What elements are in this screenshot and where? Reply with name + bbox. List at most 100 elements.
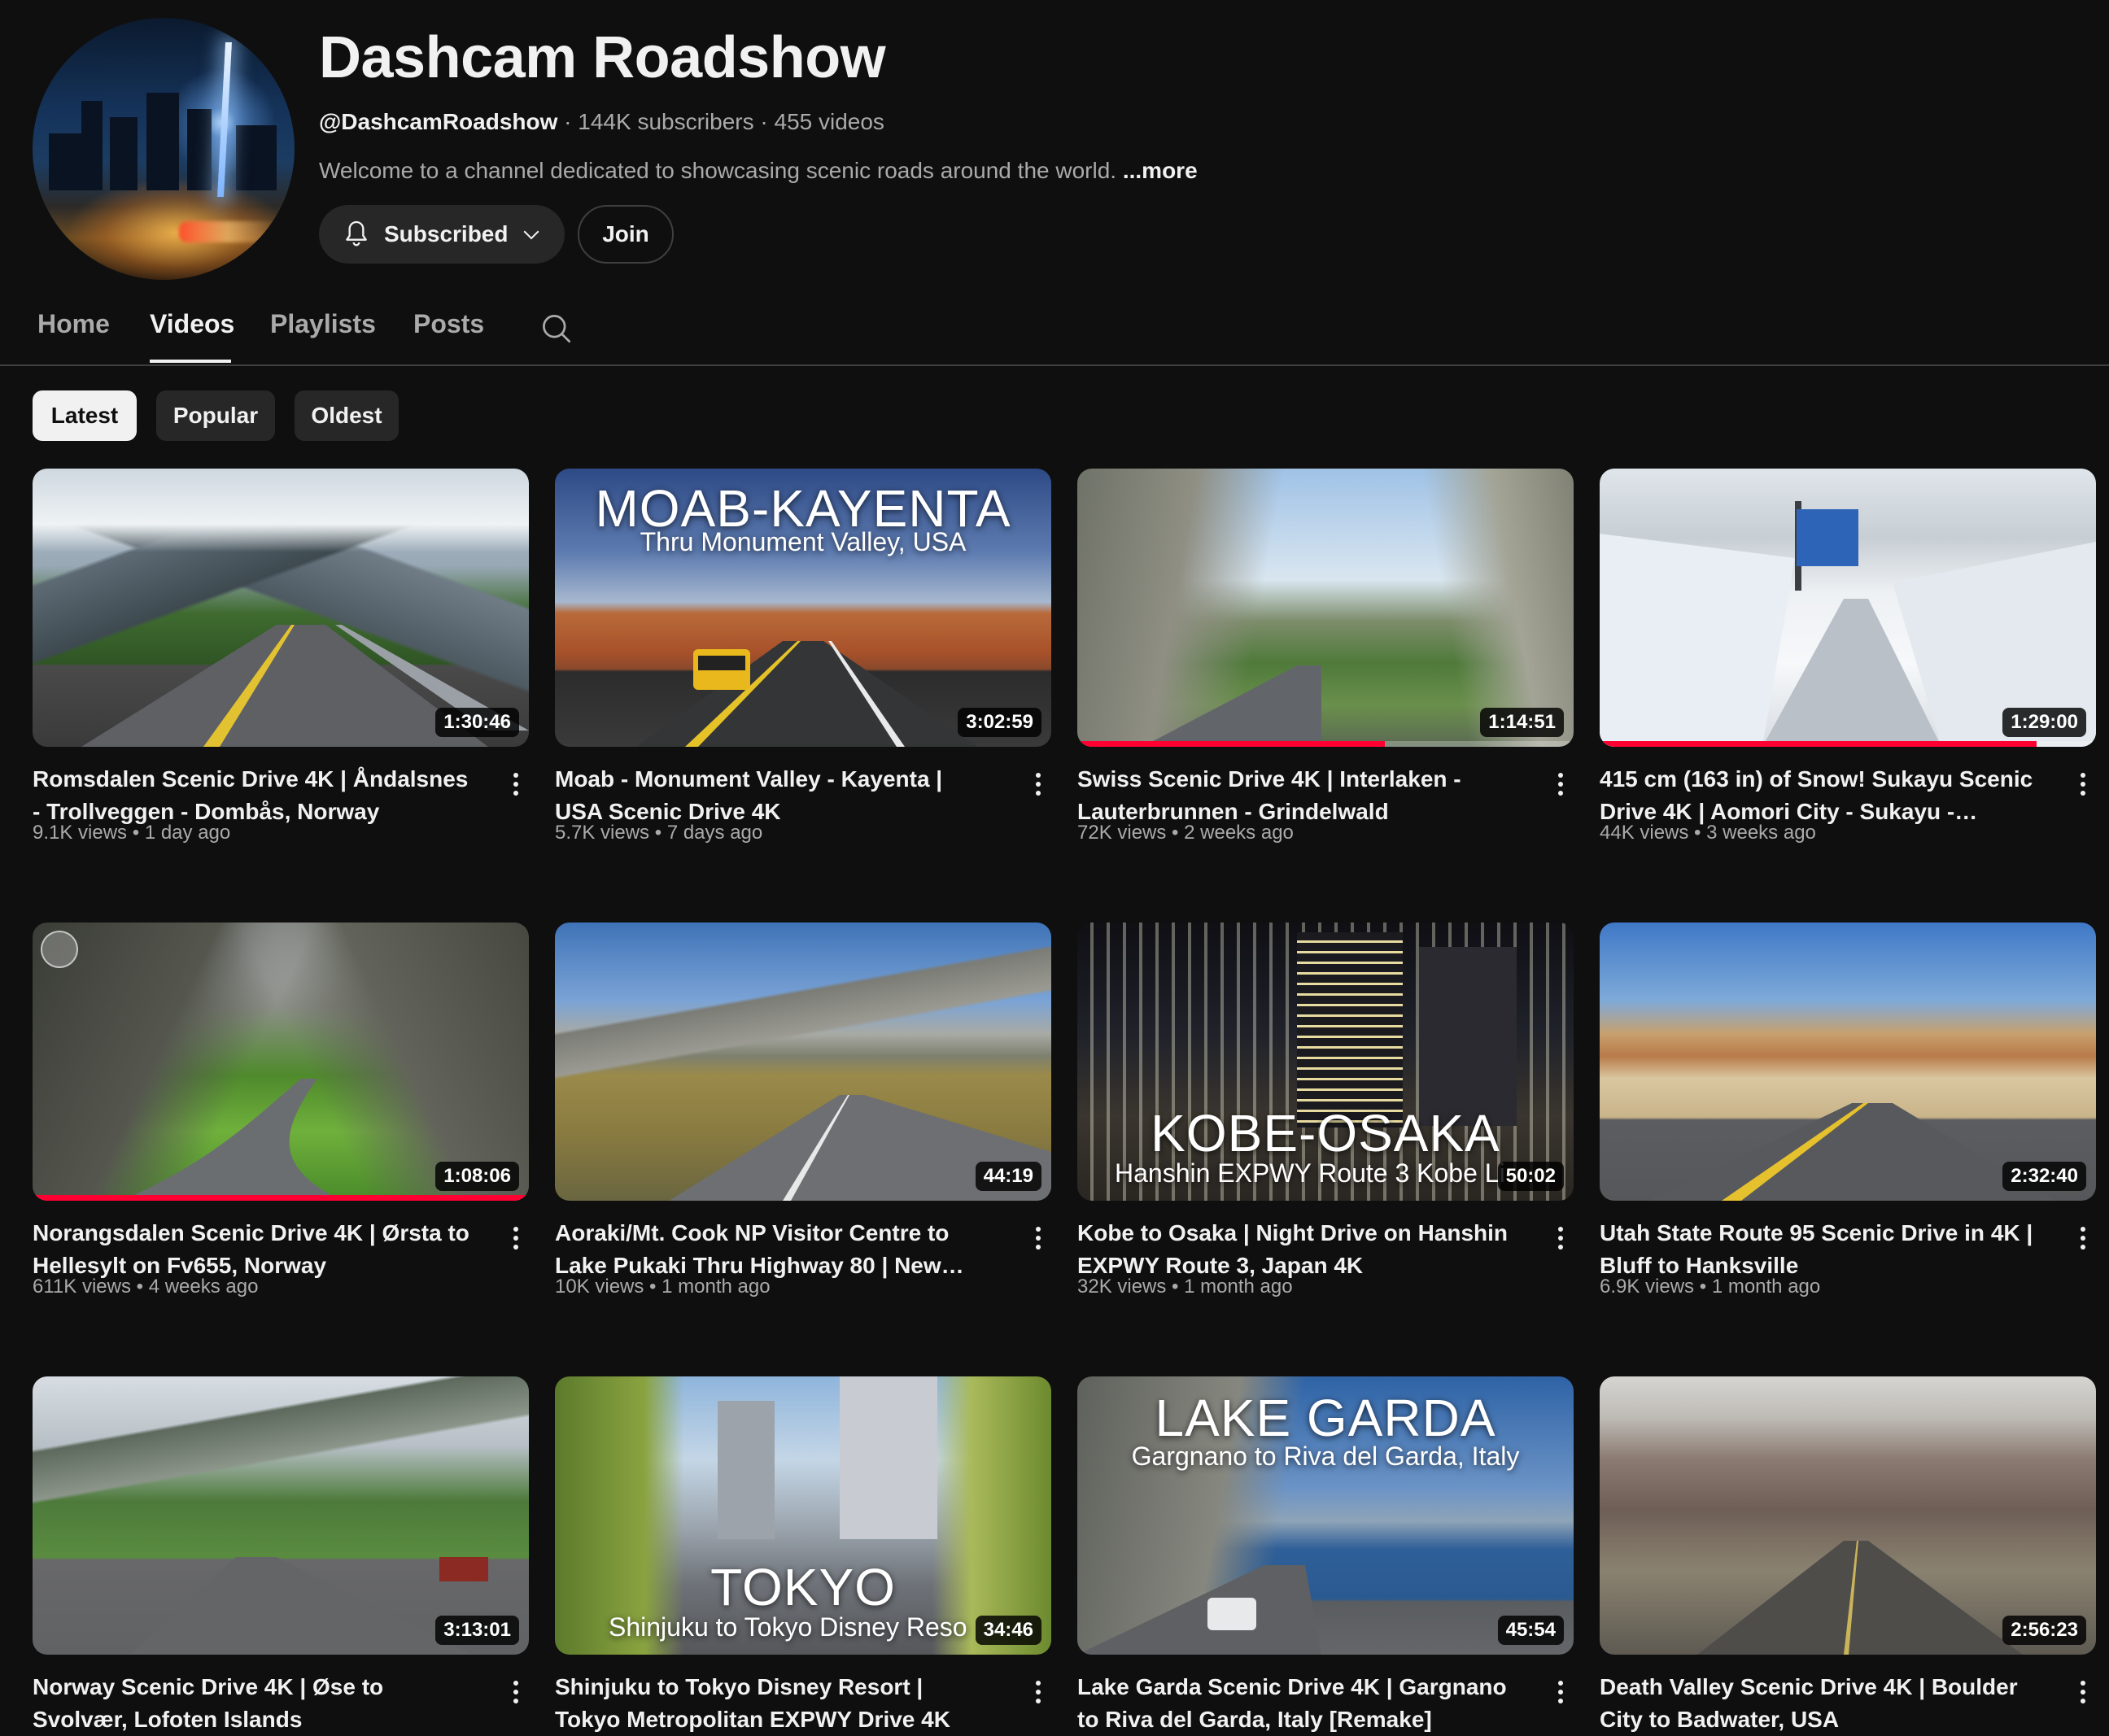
video-title[interactable]: Utah State Route 95 Scenic Drive in 4K |…: [1600, 1217, 2039, 1282]
more-vert-icon[interactable]: [508, 1676, 524, 1708]
video-title[interactable]: 415 cm (163 in) of Snow! Sukayu Scenic D…: [1600, 763, 2039, 828]
upload-age: 1 month ago: [1711, 1276, 1821, 1298]
video-count: 455 videos: [774, 109, 884, 134]
thumbnail-building: [718, 1401, 775, 1539]
avatar-skyline: [236, 125, 277, 190]
video-meta: 10K views • 1 month ago: [555, 1276, 771, 1298]
video-duration: 2:32:40: [2002, 1162, 2086, 1191]
video-meta: 72K views • 2 weeks ago: [1077, 822, 1294, 844]
chevron-down-icon: [524, 230, 539, 240]
view-count: 9.1K views: [33, 822, 128, 844]
view-count: 611K views: [33, 1276, 131, 1298]
watch-progress-bar: [33, 1195, 529, 1201]
more-link[interactable]: ...more: [1123, 158, 1198, 183]
video-title[interactable]: Romsdalen Scenic Drive 4K | Åndalsnes - …: [33, 763, 472, 828]
channel-description[interactable]: Welcome to a channel dedicated to showca…: [319, 158, 1198, 184]
view-count: 72K views: [1077, 822, 1167, 844]
join-button[interactable]: Join: [578, 205, 674, 264]
video-duration: 50:02: [1497, 1162, 1564, 1191]
video-duration: 1:14:51: [1480, 708, 1564, 737]
more-vert-icon[interactable]: [1030, 1222, 1046, 1254]
video-title[interactable]: Shinjuku to Tokyo Disney Resort | Tokyo …: [555, 1671, 994, 1736]
video-thumbnail[interactable]: TOKYO Shinjuku to Tokyo Disney Reso 34:4…: [555, 1376, 1051, 1655]
more-vert-icon[interactable]: [508, 1222, 524, 1254]
more-vert-icon[interactable]: [1030, 1676, 1046, 1708]
video-meta: 32K views • 1 month ago: [1077, 1276, 1293, 1298]
video-thumbnail[interactable]: 1:29:00: [1600, 469, 2096, 747]
video-card[interactable]: 2:56:23 Death Valley Scenic Drive 4K | B…: [1600, 1376, 2096, 1732]
video-title[interactable]: Lake Garda Scenic Drive 4K | Gargnano to…: [1077, 1671, 1517, 1736]
more-vert-icon[interactable]: [1552, 1222, 1569, 1254]
channel-tabs: Home Videos Playlists Posts: [0, 301, 2109, 366]
video-thumbnail[interactable]: 1:30:46: [33, 469, 529, 747]
channel-avatar[interactable]: [33, 18, 295, 280]
tab-videos[interactable]: Videos: [150, 309, 234, 339]
video-thumbnail[interactable]: 3:13:01: [33, 1376, 529, 1655]
channel-handle[interactable]: @DashcamRoadshow: [319, 109, 557, 134]
more-vert-icon[interactable]: [1552, 1676, 1569, 1708]
video-thumbnail[interactable]: 44:19: [555, 923, 1051, 1201]
video-title[interactable]: Death Valley Scenic Drive 4K | Boulder C…: [1600, 1671, 2039, 1736]
video-title[interactable]: Kobe to Osaka | Night Drive on Hanshin E…: [1077, 1217, 1517, 1282]
video-card[interactable]: LAKE GARDA Gargnano to Riva del Garda, I…: [1077, 1376, 1574, 1732]
thumbnail-overlay-title: TOKYO: [710, 1558, 896, 1616]
upload-age: 1 month ago: [1184, 1276, 1293, 1298]
search-icon[interactable]: [539, 311, 574, 347]
video-card[interactable]: TOKYO Shinjuku to Tokyo Disney Reso 34:4…: [555, 1376, 1051, 1732]
view-count: 32K views: [1077, 1276, 1167, 1298]
video-card[interactable]: 2:32:40 Utah State Route 95 Scenic Drive…: [1600, 923, 2096, 1298]
video-card[interactable]: 1:30:46 Romsdalen Scenic Drive 4K | Ånda…: [33, 469, 529, 844]
more-vert-icon[interactable]: [2075, 1676, 2091, 1708]
video-meta: 6.9K views • 1 month ago: [1600, 1276, 1821, 1298]
video-thumbnail[interactable]: KOBE-OSAKA Hanshin EXPWY Route 3 Kobe Li…: [1077, 923, 1574, 1201]
video-title[interactable]: Norangsdalen Scenic Drive 4K | Ørsta to …: [33, 1217, 472, 1282]
video-thumbnail[interactable]: 1:08:06: [33, 923, 529, 1201]
video-title[interactable]: Norway Scenic Drive 4K | Øse to Svolvær,…: [33, 1671, 472, 1736]
video-title[interactable]: Aoraki/Mt. Cook NP Visitor Centre to Lak…: [555, 1217, 994, 1282]
video-card[interactable]: 1:29:00 415 cm (163 in) of Snow! Sukayu …: [1600, 469, 2096, 844]
avatar-tower: [217, 42, 232, 197]
chip-latest[interactable]: Latest: [33, 390, 137, 441]
tab-home[interactable]: Home: [37, 309, 110, 339]
video-meta: 9.1K views • 1 day ago: [33, 822, 231, 844]
video-duration: 3:02:59: [958, 708, 1041, 737]
upload-age: 7 days ago: [666, 822, 763, 844]
more-vert-icon[interactable]: [508, 768, 524, 800]
avatar-light-trail: [179, 221, 277, 242]
video-duration: 1:30:46: [435, 708, 519, 737]
video-thumbnail[interactable]: MOAB-KAYENTA Thru Monument Valley, USA 3…: [555, 469, 1051, 747]
video-title[interactable]: Swiss Scenic Drive 4K | Interlaken - Lau…: [1077, 763, 1517, 828]
video-meta: 611K views • 4 weeks ago: [33, 1276, 259, 1298]
video-card[interactable]: 44:19 Aoraki/Mt. Cook NP Visitor Centre …: [555, 923, 1051, 1298]
view-count: 10K views: [555, 1276, 644, 1298]
avatar-skyline: [110, 117, 138, 190]
upload-age: 1 day ago: [144, 822, 231, 844]
video-card[interactable]: MOAB-KAYENTA Thru Monument Valley, USA 3…: [555, 469, 1051, 844]
thumbnail-building: [1297, 932, 1403, 1128]
more-vert-icon[interactable]: [1030, 768, 1046, 800]
snow-scene-graphic: [1600, 501, 2096, 747]
thumbnail-overlay-title: LAKE GARDA: [1155, 1389, 1496, 1447]
tab-playlists[interactable]: Playlists: [270, 309, 376, 339]
more-vert-icon[interactable]: [2075, 1222, 2091, 1254]
more-vert-icon[interactable]: [2075, 768, 2091, 800]
active-tab-indicator: [150, 360, 231, 363]
video-card[interactable]: 1:08:06 Norangsdalen Scenic Drive 4K | Ø…: [33, 923, 529, 1298]
video-duration: 3:13:01: [435, 1616, 519, 1645]
chip-oldest[interactable]: Oldest: [295, 390, 399, 441]
video-thumbnail[interactable]: 1:14:51: [1077, 469, 1574, 747]
ai-badge-icon: [41, 931, 78, 968]
tab-posts[interactable]: Posts: [413, 309, 484, 339]
video-title[interactable]: Moab - Monument Valley - Kayenta | USA S…: [555, 763, 994, 828]
subscribed-button[interactable]: Subscribed: [319, 205, 565, 264]
video-card[interactable]: KOBE-OSAKA Hanshin EXPWY Route 3 Kobe Li…: [1077, 923, 1574, 1298]
chip-popular[interactable]: Popular: [156, 390, 275, 441]
video-card[interactable]: 1:14:51 Swiss Scenic Drive 4K | Interlak…: [1077, 469, 1574, 844]
upload-age: 4 weeks ago: [148, 1276, 259, 1298]
video-thumbnail[interactable]: 2:56:23: [1600, 1376, 2096, 1655]
video-thumbnail[interactable]: 2:32:40: [1600, 923, 2096, 1201]
video-card[interactable]: 3:13:01 Norway Scenic Drive 4K | Øse to …: [33, 1376, 529, 1732]
avatar-skyline: [49, 133, 81, 190]
more-vert-icon[interactable]: [1552, 768, 1569, 800]
video-thumbnail[interactable]: LAKE GARDA Gargnano to Riva del Garda, I…: [1077, 1376, 1574, 1655]
